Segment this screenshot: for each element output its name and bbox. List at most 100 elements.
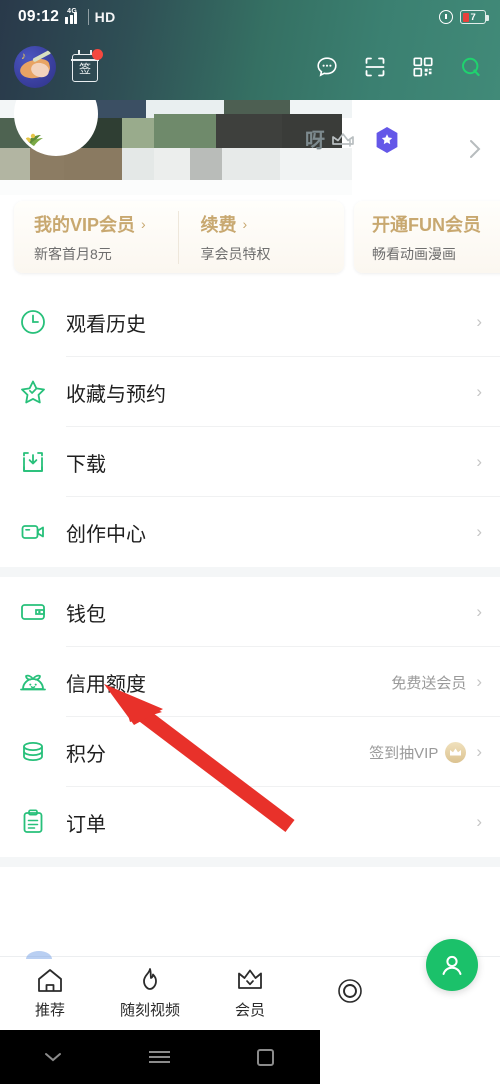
menu-item-wallet[interactable]: 钱包 ›: [0, 577, 500, 647]
vip-card-subtitle: 新客首月8元: [34, 245, 112, 262]
vip-cards-row: 我的VIP会员 › 新客首月8元 续费 › 享会员特权 开通FUN会员 畅看动画…: [0, 195, 500, 287]
menu-item-favorites[interactable]: 收藏与预约 ›: [0, 357, 500, 427]
phone-screen: 09:12 4G HD 7 ♪ 签 呀 我的VIP会员 › 新客首月8元 续费 …: [0, 0, 500, 1084]
video-camera-icon: [16, 515, 50, 549]
battery-percent: 7: [470, 11, 477, 23]
chevron-right-icon: ›: [141, 215, 146, 232]
search-icon[interactable]: [458, 54, 484, 80]
gold-crown-coin: [445, 741, 467, 763]
tab-label: 推荐: [34, 1002, 65, 1019]
home-button[interactable]: [212, 1048, 318, 1066]
signal-bars-icon: 4G: [65, 7, 82, 24]
network-type-label: 4G: [67, 7, 78, 15]
menu-item-orders[interactable]: 订单 ›: [0, 787, 500, 857]
menu-item-right-text: 签到抽VIP: [369, 741, 467, 763]
qrcode-icon[interactable]: [410, 54, 436, 80]
menu-item-label: 观看历史: [66, 313, 146, 336]
vip-card-subtitle: 畅看动画漫画: [372, 245, 456, 262]
square-icon: [256, 1048, 274, 1066]
vip-title-text: 续费: [200, 214, 237, 235]
tab-label: 会员: [234, 1002, 265, 1019]
signin-calendar-icon[interactable]: 签: [70, 49, 103, 82]
chevron-right-icon: ›: [476, 812, 482, 831]
status-bar: 09:12 4G HD 7: [0, 0, 500, 34]
menu-item-label: 信用额度: [66, 673, 146, 696]
download-icon: [16, 445, 50, 479]
username-visible-tail: 呀: [305, 130, 325, 152]
star-hexagon-badge[interactable]: [374, 126, 400, 154]
clock-icon: [16, 305, 50, 339]
sprout-mascot-icon: [16, 665, 50, 699]
tab-circle[interactable]: [300, 976, 400, 1011]
notification-badge-dot: [92, 49, 103, 60]
profile-summary[interactable]: 呀: [0, 100, 500, 195]
menu-item-label: 下载: [66, 453, 106, 476]
app-header: 09:12 4G HD 7 ♪ 签: [0, 0, 500, 100]
menu-group-finance: 钱包 › 信用额度 免费送会员 › 积分 签到抽VIP › 订单 ›: [0, 577, 500, 857]
vip-card-fun[interactable]: 开通FUN会员 畅看动画漫画: [354, 201, 500, 273]
chevron-right-icon: ›: [476, 672, 482, 691]
wallet-icon: [16, 595, 50, 629]
chevron-right-icon: ›: [242, 215, 248, 232]
chevron-right-icon[interactable]: [468, 138, 482, 165]
points-promo-text: 签到抽VIP: [369, 744, 439, 762]
tab-indicator-hint: [26, 951, 52, 959]
menu-item-creator-center[interactable]: 创作中心 ›: [0, 497, 500, 567]
menu-item-credit-limit[interactable]: 信用额度 免费送会员 ›: [0, 647, 500, 717]
app-bar-icons: [314, 54, 488, 80]
menu-item-right-text: 免费送会员: [391, 672, 466, 693]
recents-button[interactable]: [106, 1048, 212, 1067]
vip-card-primary[interactable]: 我的VIP会员 › 新客首月8元 续费 › 享会员特权: [14, 201, 344, 273]
chevron-right-icon: ›: [476, 522, 482, 541]
scan-icon[interactable]: [362, 54, 388, 80]
chevron-right-icon: ›: [476, 742, 482, 761]
menu-item-download[interactable]: 下载 ›: [0, 427, 500, 497]
user-avatar-guitar[interactable]: ♪: [14, 46, 56, 88]
menu-item-label: 订单: [66, 813, 106, 836]
chevron-right-icon: ›: [476, 602, 482, 621]
tab-suike-video[interactable]: 随刻视频: [100, 967, 200, 1020]
hamburger-icon: [148, 1048, 170, 1067]
menu-item-watch-history[interactable]: 观看历史 ›: [0, 287, 500, 357]
vip-card-col-renew[interactable]: 续费 › 享会员特权: [177, 210, 345, 264]
menu-item-label: 收藏与预约: [66, 383, 166, 406]
credit-promo-text: 免费送会员: [391, 674, 467, 692]
crown-icon: [238, 969, 262, 989]
vip-card-title: 我的VIP会员 ›: [34, 211, 178, 237]
home-icon: [38, 969, 62, 992]
chevron-right-icon: ›: [476, 312, 482, 331]
vip-card-subtitle: 享会员特权: [200, 245, 271, 262]
menu-item-label: 创作中心: [66, 523, 146, 546]
message-icon[interactable]: [314, 54, 340, 80]
menu-item-points[interactable]: 积分 签到抽VIP ›: [0, 717, 500, 787]
profile-person-icon: [442, 955, 462, 975]
clipboard-icon: [16, 805, 50, 839]
tab-recommend[interactable]: 推荐: [0, 967, 100, 1020]
signin-label: 签: [78, 62, 91, 76]
vip-card-col-my-vip[interactable]: 我的VIP会员 › 新客首月8元: [14, 211, 178, 264]
status-time: 09:12: [18, 8, 60, 25]
alarm-clock-icon: [439, 10, 453, 24]
star-check-icon: [16, 375, 50, 409]
tab-label: 随刻视频: [119, 1002, 180, 1019]
leaf-decoration-icon: [25, 133, 43, 148]
music-note-icon: ♪: [21, 51, 26, 62]
menu-item-label: 钱包: [66, 603, 106, 626]
vip-card-title: 开通FUN会员: [372, 211, 500, 237]
app-top-bar: ♪ 签: [0, 34, 500, 100]
vip-title-text: 开通FUN会员: [372, 214, 481, 235]
tab-vip[interactable]: 会员: [200, 967, 300, 1020]
coins-icon: [16, 735, 50, 769]
back-button[interactable]: [0, 1050, 106, 1064]
section-divider: [0, 857, 500, 867]
vip-title-text: 我的VIP会员: [34, 214, 136, 235]
menu-item-label: 积分: [66, 743, 106, 766]
crown-badge-icon[interactable]: [330, 128, 356, 155]
flame-icon: [143, 968, 157, 990]
battery-icon: 7: [460, 10, 489, 24]
bottom-tab-bar: 推荐 随刻视频 会员: [0, 939, 500, 1030]
profile-fab-button[interactable]: [426, 939, 478, 991]
circle-target-icon: [338, 979, 362, 1003]
menu-group-primary: 观看历史 › 收藏与预约 › 下载 › 创作中心 ›: [0, 287, 500, 567]
chevron-right-icon: ›: [476, 452, 482, 471]
